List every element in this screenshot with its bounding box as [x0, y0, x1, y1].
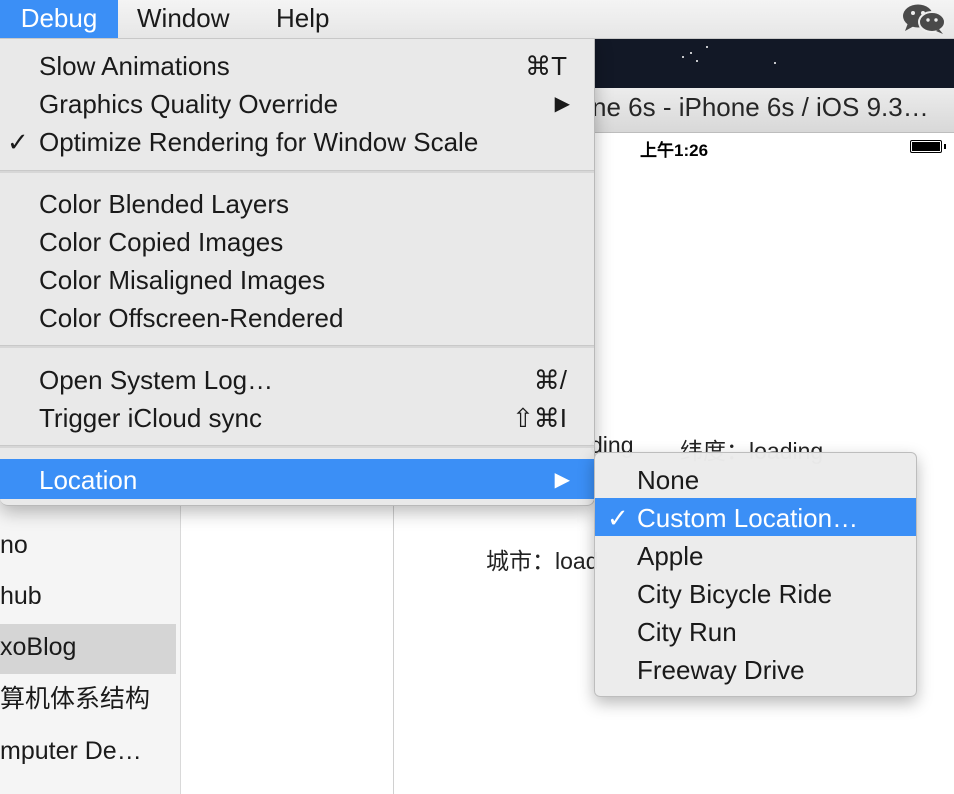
debug-menu: Slow Animations ⌘T Graphics Quality Over…: [0, 38, 595, 506]
menu-item-label: City Bicycle Ride: [637, 579, 833, 609]
checkmark-icon: ✓: [607, 503, 629, 533]
menu-window[interactable]: Window: [137, 0, 229, 38]
menu-item-label: Freeway Drive: [637, 655, 805, 685]
menu-help[interactable]: Help: [276, 0, 329, 38]
menu-item-label: Color Offscreen-Rendered: [39, 303, 344, 333]
menu-item-label: Apple: [637, 541, 704, 571]
location-item-none[interactable]: None: [595, 460, 916, 498]
location-item-freeway-drive[interactable]: Freeway Drive: [595, 650, 916, 688]
sidebar-item[interactable]: mputer De…: [0, 728, 176, 778]
location-item-city-run[interactable]: City Run: [595, 612, 916, 650]
sidebar: no hub xoBlog 算机体系结构 mputer De…: [0, 500, 181, 794]
submenu-arrow-icon: ▶: [554, 469, 570, 491]
location-item-custom-location[interactable]: ✓ Custom Location…: [595, 498, 916, 536]
menu-item-location[interactable]: Location ▶: [0, 459, 594, 499]
submenu-arrow-icon: ▶: [554, 93, 570, 115]
menu-item-label: Location: [39, 465, 138, 495]
menu-bar: Debug Window Help: [0, 0, 954, 39]
menu-item-graphics-quality-override[interactable]: Graphics Quality Override ▶: [0, 84, 594, 122]
location-submenu: None ✓ Custom Location… Apple City Bicyc…: [594, 452, 917, 697]
menu-item-label: Color Blended Layers: [39, 189, 290, 219]
menu-separator: [0, 170, 594, 173]
city-label: 城市：load: [486, 548, 599, 574]
location-item-city-bicycle-ride[interactable]: City Bicycle Ride: [595, 574, 916, 612]
menu-separator: [0, 345, 594, 348]
menu-item-open-system-log[interactable]: Open System Log… ⌘/: [0, 360, 594, 398]
menu-item-color-copied-images[interactable]: Color Copied Images: [0, 222, 594, 260]
sidebar-item[interactable]: 算机体系结构: [0, 676, 176, 726]
menu-item-label: Graphics Quality Override: [39, 89, 339, 119]
desktop-wallpaper: [594, 38, 954, 88]
menu-item-label: City Run: [637, 617, 737, 647]
menu-item-color-blended-layers[interactable]: Color Blended Layers: [0, 184, 594, 222]
battery-icon: [910, 140, 946, 153]
sidebar-item-selected[interactable]: xoBlog: [0, 624, 176, 674]
menu-item-label: Trigger iCloud sync: [39, 403, 263, 433]
menu-debug[interactable]: Debug: [0, 0, 118, 38]
sidebar-item[interactable]: no: [0, 522, 176, 572]
menu-separator: [0, 445, 594, 448]
menu-shortcut: ⇧⌘I: [511, 403, 567, 433]
menu-item-label: Optimize Rendering for Window Scale: [39, 127, 479, 157]
sidebar-item[interactable]: hub: [0, 573, 176, 623]
menu-item-trigger-icloud-sync[interactable]: Trigger iCloud sync ⇧⌘I: [0, 398, 594, 436]
checkmark-icon: ✓: [7, 127, 29, 157]
simulator-title-bar: ne 6s - iPhone 6s / iOS 9.3…: [592, 88, 954, 133]
menu-item-color-misaligned-images[interactable]: Color Misaligned Images: [0, 260, 594, 298]
simulator-title: ne 6s - iPhone 6s / iOS 9.3…: [592, 92, 929, 122]
wechat-icon[interactable]: [902, 4, 946, 34]
middle-panel: [181, 500, 394, 794]
menu-item-color-offscreen-rendered[interactable]: Color Offscreen-Rendered: [0, 298, 594, 336]
menu-item-label: Slow Animations: [39, 51, 230, 81]
menu-item-label: Color Misaligned Images: [39, 265, 326, 295]
menu-item-label: None: [637, 465, 700, 495]
menu-item-label: Custom Location…: [637, 503, 859, 533]
menu-item-slow-animations[interactable]: Slow Animations ⌘T: [0, 46, 594, 84]
menu-item-optimize-rendering[interactable]: ✓ Optimize Rendering for Window Scale: [0, 122, 594, 160]
location-item-apple[interactable]: Apple: [595, 536, 916, 574]
menu-item-label: Color Copied Images: [39, 227, 284, 257]
menu-shortcut: ⌘T: [525, 51, 567, 81]
menu-item-label: Open System Log…: [39, 365, 274, 395]
status-bar-time: 上午1:26: [640, 141, 709, 160]
menu-shortcut: ⌘/: [533, 365, 567, 395]
